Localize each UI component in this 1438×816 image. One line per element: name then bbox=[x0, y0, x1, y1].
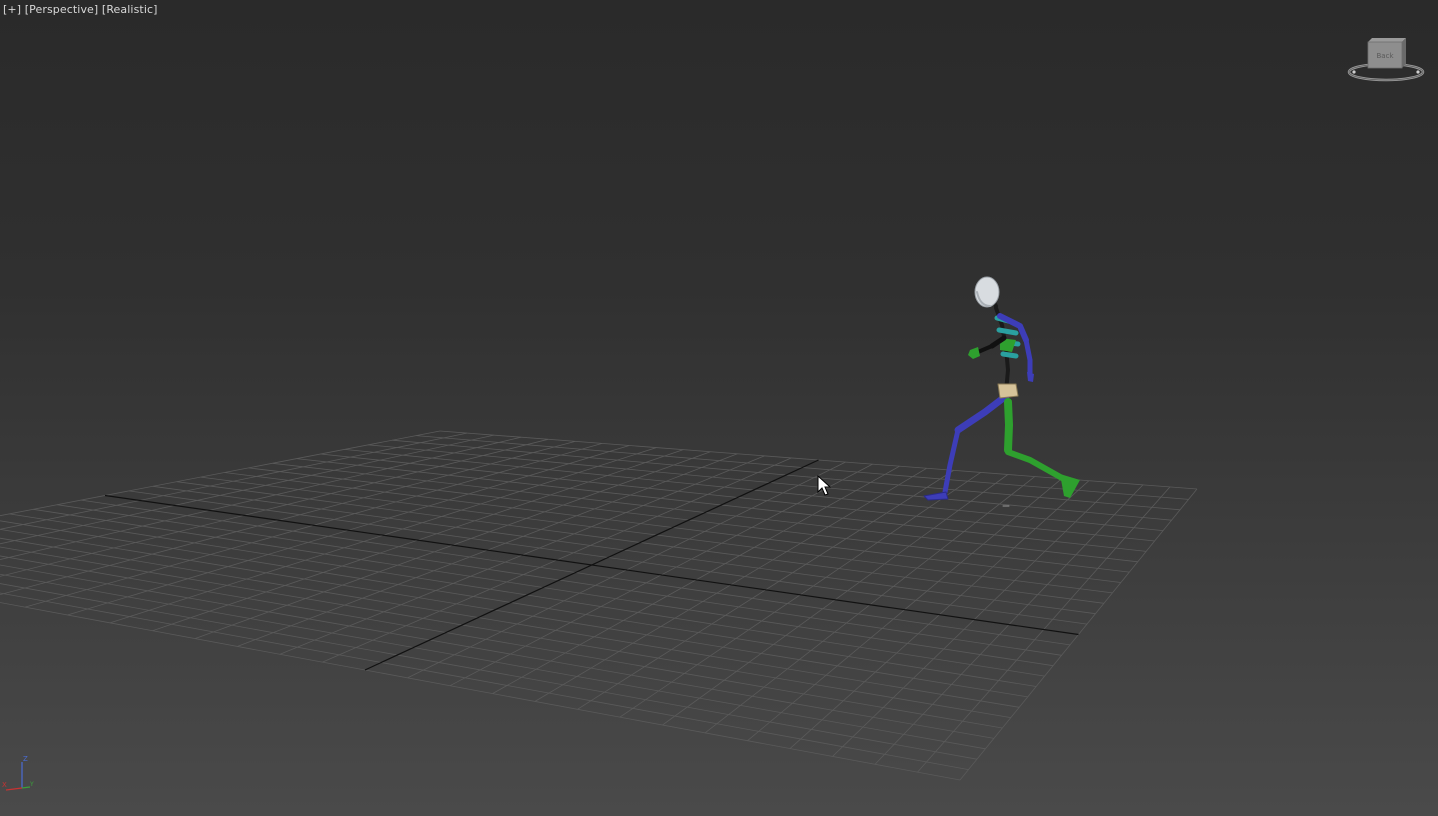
biped-left-calf[interactable] bbox=[942, 427, 961, 495]
axis-x-label: X bbox=[2, 781, 7, 789]
biped-pelvis[interactable] bbox=[997, 383, 1019, 399]
grid-line bbox=[0, 438, 549, 577]
viewcube-side-face[interactable] bbox=[1402, 38, 1406, 68]
grid-line bbox=[0, 573, 986, 750]
perspective-viewport[interactable]: [+] [Perspective] [Realistic] Back Z X Y bbox=[0, 0, 1438, 816]
biped-character[interactable] bbox=[923, 276, 1080, 507]
biped-left-hand[interactable] bbox=[1027, 372, 1034, 382]
grid-line bbox=[0, 434, 495, 545]
axis-tripod-icon: Z X Y bbox=[2, 755, 34, 791]
home-grid bbox=[0, 430, 1198, 781]
grid-line bbox=[0, 528, 1028, 698]
viewcube-top-face[interactable] bbox=[1368, 38, 1406, 42]
grid-line bbox=[0, 520, 1037, 687]
biped-right-foot[interactable] bbox=[1060, 474, 1080, 498]
biped-left-foot[interactable] bbox=[923, 491, 949, 501]
biped-left-thigh[interactable] bbox=[954, 392, 1010, 434]
biped-right-hand[interactable] bbox=[968, 347, 980, 359]
biped-right-thigh[interactable] bbox=[1004, 398, 1013, 454]
axis-z-label: Z bbox=[23, 755, 28, 763]
viewcube-icon[interactable]: Back bbox=[1346, 34, 1426, 86]
scene-canvas[interactable] bbox=[0, 0, 1438, 816]
grid-axis-line bbox=[104, 494, 1079, 636]
biped-head[interactable] bbox=[974, 276, 1000, 308]
biped-left-forearm[interactable] bbox=[1023, 337, 1033, 379]
biped-right-calf[interactable] bbox=[1005, 449, 1065, 481]
biped-right-forearm[interactable] bbox=[976, 344, 994, 354]
grid-line bbox=[0, 555, 1003, 729]
axis-y-label: Y bbox=[29, 781, 34, 788]
viewcube-face-label: Back bbox=[1377, 52, 1395, 60]
grid-line bbox=[0, 564, 994, 739]
grid-line bbox=[0, 583, 977, 760]
